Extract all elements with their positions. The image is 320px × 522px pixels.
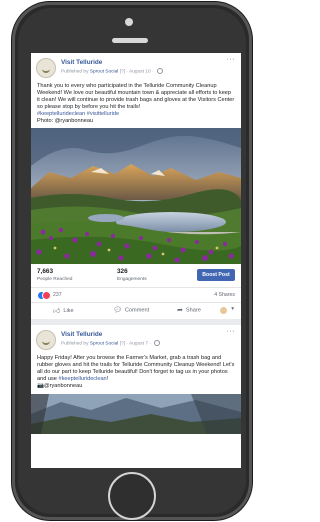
more-options-icon[interactable]: ··· — [227, 328, 236, 335]
post: Visit Telluride Published by Sprout Soci… — [31, 53, 241, 326]
post-header: Visit Telluride Published by Sprout Soci… — [31, 325, 241, 355]
comment-label: Comment — [124, 307, 150, 314]
post-date[interactable]: · August 7 · — [126, 342, 151, 347]
post-body: Thank you to every who participated in t… — [37, 83, 235, 110]
publisher-link[interactable]: Sprout Social — [90, 69, 119, 74]
like-label: Like — [63, 308, 74, 315]
share-label: Share — [185, 307, 201, 314]
engagements-label: Engagements — [117, 277, 147, 283]
comment-bubble-icon: 💬︎ — [113, 307, 122, 315]
post: Visit Telluride Published by Sprout Soci… — [31, 325, 241, 434]
shares-count[interactable]: 4 Shares — [214, 292, 235, 298]
publisher-suffix: [?] — [119, 69, 126, 75]
post-body: Happy Friday! After you browse the Farme… — [31, 355, 241, 383]
page-avatar[interactable] — [36, 58, 56, 78]
people-reached-label: People Reached — [37, 277, 73, 283]
post-action-bar: 👍︎ Like 💬︎ Comment ➦ Share ▾ — [31, 302, 241, 326]
people-reached-value: 7,663 — [37, 268, 53, 276]
post-insights: 7,663 People Reached 326 Engagements Boo… — [31, 264, 241, 289]
photo-credit: Photo: @ryanbonneau — [37, 117, 94, 124]
post-meta: Published by Sprout Social [?] · August … — [61, 340, 161, 347]
page-name-link[interactable]: Visit Telluride — [61, 331, 102, 338]
post-body-end: ! — [106, 376, 109, 383]
engagements-value: 326 — [117, 268, 128, 276]
like-button[interactable]: 👍︎ Like — [53, 306, 74, 315]
love-reaction-icon — [42, 291, 51, 301]
chevron-down-icon[interactable]: ▾ — [231, 306, 234, 312]
mountain-town-photo — [31, 393, 241, 434]
boost-post-button[interactable]: Boost Post — [197, 269, 235, 282]
photo-credit: 📷@ryanbonneau — [37, 383, 83, 390]
comment-button[interactable]: 💬︎ Comment — [113, 306, 149, 314]
publisher-suffix: [?] — [119, 341, 126, 347]
more-options-icon[interactable]: ··· — [227, 56, 236, 63]
post-meta: Published by Sprout Social [?] · August … — [61, 68, 163, 74]
globe-icon — [154, 340, 161, 347]
acting-as-avatar[interactable] — [220, 307, 227, 315]
facebook-feed-screen: Visit Telluride Published by Sprout Soci… — [31, 53, 241, 468]
reaction-summary[interactable]: 237 4 Shares — [31, 288, 241, 302]
thumbs-up-icon: 👍︎ — [53, 308, 61, 316]
post-hashtag[interactable]: #keeptelluride​clean — [58, 376, 106, 382]
home-button[interactable] — [108, 472, 156, 520]
reaction-count: 237 — [53, 292, 62, 299]
globe-icon — [156, 68, 163, 74]
post-date[interactable]: · August 10 · — [126, 69, 153, 74]
publisher-link[interactable]: Sprout Social — [90, 342, 119, 347]
mountain-meadow-photo — [31, 128, 241, 265]
front-camera — [125, 18, 133, 26]
post-photo[interactable] — [31, 393, 241, 434]
share-arrow-icon: ➦ — [177, 307, 183, 315]
page-avatar[interactable] — [36, 330, 56, 351]
post-photo[interactable] — [31, 128, 241, 265]
share-button[interactable]: ➦ Share — [177, 306, 201, 314]
published-prefix: Published by — [61, 69, 89, 75]
earpiece-speaker — [112, 38, 148, 43]
post-header: Visit Telluride Published by Sprout Soci… — [31, 53, 241, 83]
published-prefix: Published by — [61, 341, 89, 347]
page-name-link[interactable]: Visit Telluride — [61, 59, 102, 66]
post-hashtags[interactable]: #keeptelluride​clean #visittelluride — [31, 111, 241, 118]
